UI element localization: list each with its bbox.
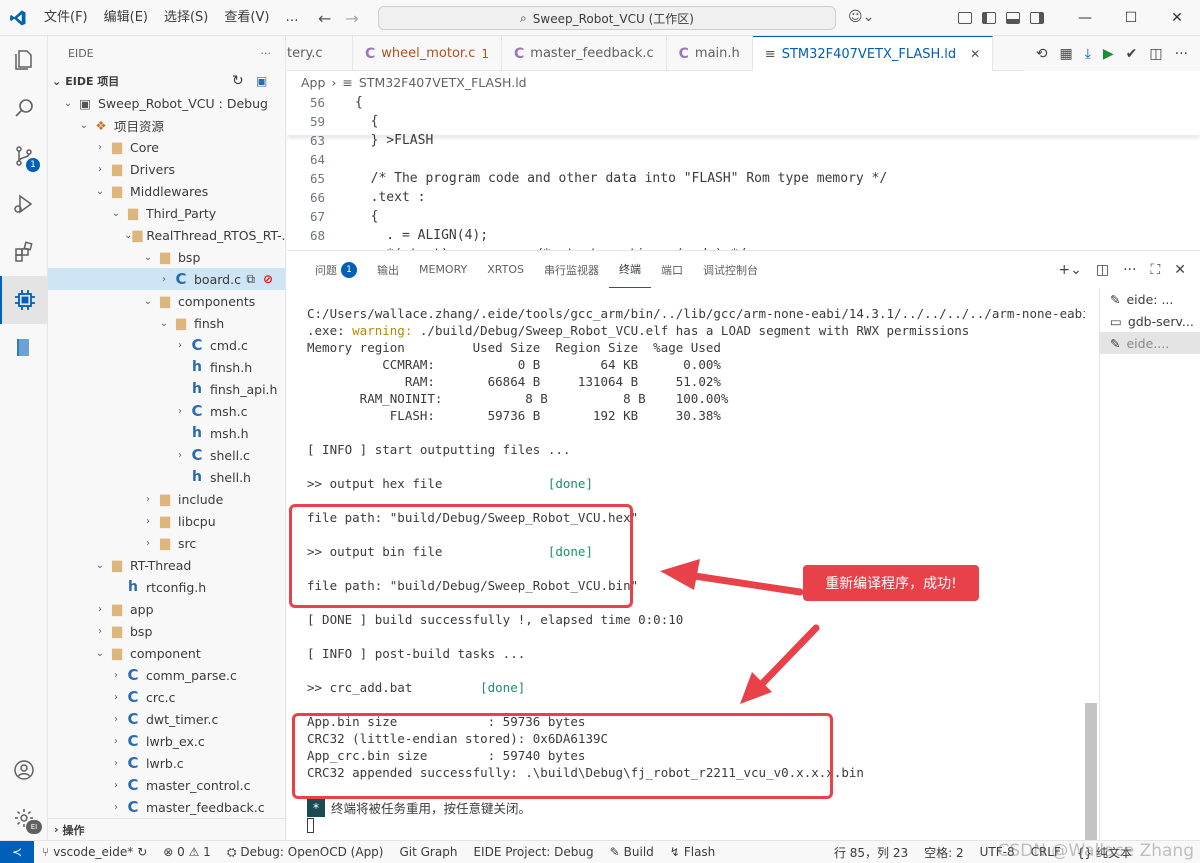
branch-icon: ⑂: [42, 845, 50, 859]
status-eide-project[interactable]: EIDE Project: Debug: [465, 845, 601, 859]
annotation-arrows: [660, 559, 820, 704]
status-debug[interactable]: ⛭ Debug: OpenOCD (App): [219, 845, 392, 860]
debug-icon: ⛭: [226, 844, 237, 859]
flash-icon: ↯: [669, 845, 680, 859]
status-bar: ≺ ⑂ vscode_eide* ↻ ⊗ 0 ⚠ 1 ⛭ Debug: OpenOCD…: [0, 840, 1200, 863]
status-problems[interactable]: ⊗ 0 ⚠ 1: [155, 845, 219, 859]
sync-icon: ↻: [137, 845, 148, 859]
status-flash[interactable]: ↯ Flash: [662, 845, 724, 859]
status-indent[interactable]: 空格: 2: [916, 844, 972, 861]
remote-indicator-icon[interactable]: ≺: [0, 840, 34, 863]
wrench-icon: ✎: [609, 845, 620, 859]
annotation-callout: 重新编译程序，成功!: [803, 565, 979, 601]
status-cursor-pos[interactable]: 行 85，列 23: [826, 844, 916, 861]
status-git-graph[interactable]: Git Graph: [391, 845, 465, 859]
status-branch[interactable]: ⑂ vscode_eide* ↻: [34, 845, 155, 859]
watermark: CSDN @Wallace Zhang: [997, 841, 1195, 861]
status-build[interactable]: ✎ Build: [602, 845, 662, 859]
